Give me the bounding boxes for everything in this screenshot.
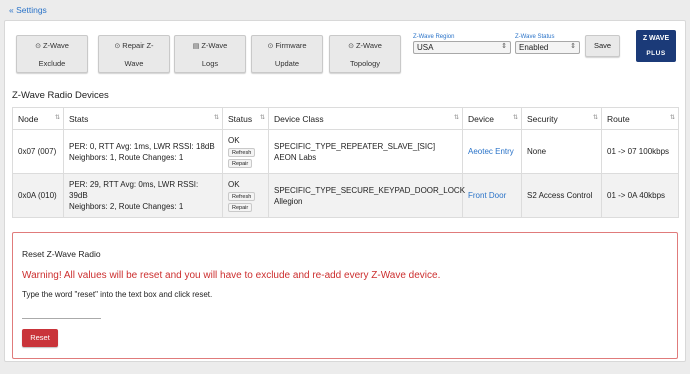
device-link[interactable]: Aeotec Entry [468, 147, 514, 156]
reset-title: Reset Z-Wave Radio [22, 249, 101, 259]
sort-icon: ⇅ [453, 115, 459, 121]
table-row: 0x07 (007) PER: 0, RTT Avg: 1ms, LWR RSS… [12, 129, 679, 174]
reset-instructions: Type the word "reset" into the text box … [22, 290, 213, 299]
table-row: 0x0A (010) PER: 29, RTT Avg: 0ms, LWR RS… [12, 173, 679, 218]
circle-icon: ⊙ [35, 43, 41, 50]
security-cell: None [521, 129, 602, 174]
chevron-updown-icon: ⇕ [570, 43, 576, 50]
repair-node-button[interactable]: Repair [228, 203, 253, 212]
sort-icon: ⇅ [669, 115, 675, 121]
chevron-updown-icon: ⇕ [501, 43, 507, 50]
zwave-settings-card: ⊙ Z-Wave Exclude ⊙ Repair Z- Wave ▤ Z-Wave … [4, 20, 686, 362]
device-cell: Aeotec Entry [462, 129, 522, 174]
circle-icon: ⊙ [114, 43, 121, 50]
devices-section-title: Z-Wave Radio Devices [12, 90, 109, 101]
node-cell: 0x07 (007) [12, 129, 64, 174]
region-label: Z-Wave Region [413, 34, 455, 40]
region-select[interactable]: USA ⇕ [413, 41, 511, 54]
column-header-security[interactable]: Security ⇅ [521, 107, 602, 130]
table-header-row: Node ⇅ Stats ⇅ Status ⇅ Device Class ⇅ Devic… [12, 107, 679, 130]
refresh-button[interactable]: Refresh [228, 192, 256, 201]
region-select-group: Z-Wave Region USA ⇕ [413, 34, 511, 54]
column-header-node[interactable]: Node ⇅ [12, 107, 64, 130]
circle-icon: ⊙ [348, 43, 354, 50]
route-cell: 01 -> 0A 40kbps [601, 173, 679, 218]
reset-confirm-input[interactable] [22, 307, 101, 319]
sort-icon: ⇅ [213, 115, 219, 121]
circle-icon: ⊙ [267, 43, 274, 50]
sort-icon: ⇅ [54, 115, 60, 121]
devices-table: Node ⇅ Stats ⇅ Status ⇅ Device Class ⇅ Devic… [12, 107, 679, 218]
sort-icon: ⇅ [592, 115, 598, 121]
stats-cell: PER: 0, RTT Avg: 1ms, LWR RSSI: 18dB Neig… [63, 129, 223, 174]
logs-button[interactable]: ▤ Z-Wave Logs [174, 35, 246, 73]
security-cell: S2 Access Control [521, 173, 602, 218]
route-cell: 01 -> 07 100kbps [601, 129, 679, 174]
sort-icon: ⇅ [259, 115, 265, 121]
column-header-device[interactable]: Device ⇅ [462, 107, 522, 130]
document-icon: ▤ [192, 43, 200, 50]
status-cell: OK Refresh Repair [222, 129, 269, 174]
node-cell: 0x0A (010) [12, 173, 64, 218]
status-cell: OK Refresh Repair [222, 173, 269, 218]
sort-icon: ⇅ [512, 115, 518, 121]
repair-button[interactable]: ⊙ Repair Z- Wave [98, 35, 170, 73]
device-cell: Front Door [462, 173, 522, 218]
repair-node-button[interactable]: Repair [228, 159, 253, 168]
reset-radio-panel: Reset Z-Wave Radio Warning! All values w… [12, 232, 678, 359]
device-link[interactable]: Front Door [468, 191, 506, 200]
column-header-status[interactable]: Status ⇅ [222, 107, 269, 130]
device-class-cell: SPECIFIC_TYPE_SECURE_KEYPAD_DOOR_LOCK All… [268, 173, 465, 218]
exclude-button[interactable]: ⊙ Z-Wave Exclude [16, 35, 88, 73]
column-header-route[interactable]: Route ⇅ [601, 107, 679, 130]
status-select[interactable]: Enabled ⇕ [515, 41, 580, 54]
topology-button[interactable]: ⊙ Z-Wave Topology [329, 35, 401, 73]
firmware-update-button[interactable]: ⊙ Firmware Update [251, 35, 323, 73]
status-select-group: Z-Wave Status Enabled ⇕ [515, 34, 580, 54]
column-header-device-class[interactable]: Device Class ⇅ [268, 107, 463, 130]
refresh-button[interactable]: Refresh [228, 148, 256, 157]
reset-warning: Warning! All values will be reset and yo… [22, 270, 441, 281]
column-header-stats[interactable]: Stats ⇅ [63, 107, 223, 130]
stats-cell: PER: 29, RTT Avg: 0ms, LWR RSSI: 39dB Nei… [63, 173, 223, 218]
status-label: Z-Wave Status [515, 34, 555, 40]
save-button[interactable]: Save [585, 35, 620, 57]
device-class-cell: SPECIFIC_TYPE_REPEATER_SLAVE_[SIC] AEON L… [268, 129, 463, 174]
reset-button[interactable]: Reset [22, 329, 58, 347]
zwave-plus-logo: Z WAVE PLUS [636, 30, 676, 62]
zwave-toolbar: ⊙ Z-Wave Exclude ⊙ Repair Z- Wave ▤ Z-Wave … [5, 21, 685, 81]
back-to-settings-link[interactable]: « Settings [9, 5, 47, 15]
